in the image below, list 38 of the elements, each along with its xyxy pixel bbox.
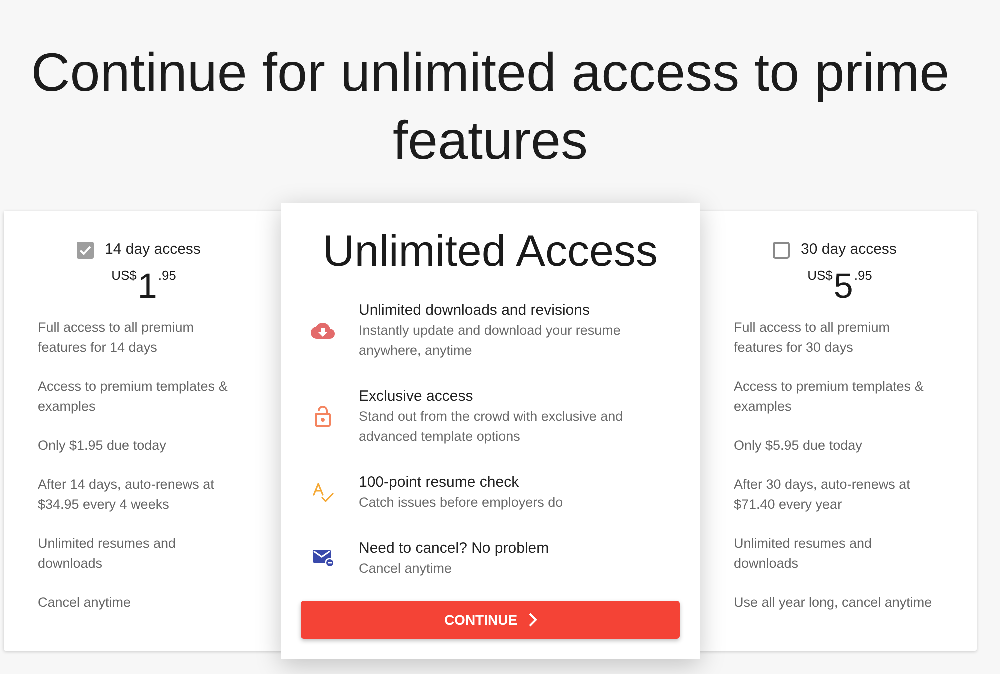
plan-feature: Only $5.95 due today (734, 437, 864, 455)
plan-feature: After 30 days, auto-renews at $71.40 every year (734, 476, 912, 514)
plan-feature: Full access to all premium features for 14 days (38, 319, 196, 357)
checkbox[interactable] (773, 242, 790, 258)
continue-button[interactable]: CONTINUE (301, 601, 680, 639)
price-currency: US$ (808, 269, 833, 282)
spellcheck-icon (312, 482, 334, 502)
chevron-right-icon (528, 613, 537, 627)
feature-description: Catch issues before employers do (359, 494, 564, 512)
checkbox[interactable] (77, 242, 94, 258)
plan-label: 14 day access (105, 240, 201, 260)
feature-title: Exclusive access (359, 387, 474, 407)
feature-description: Cancel anytime (359, 560, 454, 578)
feature-title: 100-point resume check (359, 473, 520, 493)
plan-feature: Use all year long, cancel anytime (734, 594, 934, 612)
plan-feature: After 14 days, auto-renews at $34.95 every 4 weeks (38, 476, 216, 514)
padlock-icon (315, 406, 331, 427)
feature-description: Stand out from the crowd with exclusive and advanced template options (359, 408, 624, 446)
page-heading: Continue for unlimited access to prime features (30, 42, 951, 173)
price-amount: 5 (834, 269, 854, 304)
plan-label: 30 day access (801, 240, 897, 260)
feature-description: Instantly update and download your resume anywhere, anytime (359, 322, 622, 360)
plan-feature: Unlimited resumes and downloads (734, 535, 874, 573)
plan-feature: Cancel anytime (38, 594, 132, 612)
price-cents: .95 (158, 269, 176, 282)
plan-feature: Access to premium templates & examples (734, 378, 925, 416)
plan-feature: Full access to all premium features for 30 days (734, 319, 892, 357)
cloud-download-icon (311, 322, 335, 338)
price-cents: .95 (854, 269, 872, 282)
plan-feature: Access to premium templates & examples (38, 378, 229, 416)
card-title: Unlimited Access (322, 226, 659, 278)
mail-icon (312, 549, 334, 568)
feature-title: Unlimited downloads and revisions (359, 301, 591, 321)
price-currency: US$ (112, 269, 137, 282)
price-amount: 1 (138, 269, 158, 304)
plan-feature: Only $1.95 due today (38, 437, 168, 455)
plan-feature: Unlimited resumes and downloads (38, 535, 178, 573)
feature-title: Need to cancel? No problem (359, 539, 550, 559)
